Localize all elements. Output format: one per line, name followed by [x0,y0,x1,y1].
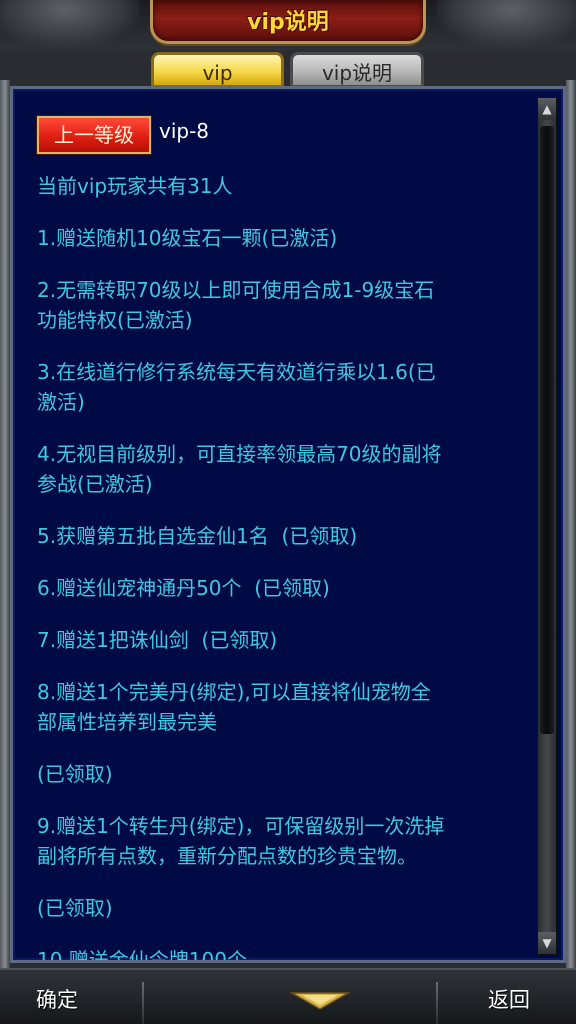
left-corner-ornament-icon [0,0,140,48]
level-row: 上一等级 vip-8 [37,113,542,155]
vip-benefit-status: (已领取) [37,896,113,920]
vertical-scrollbar[interactable]: ▲ ▼ [537,97,557,955]
confirm-button[interactable]: 确定 [36,984,78,1014]
divider [436,982,438,1024]
bottom-bar: 确定 返回 [0,968,576,1024]
vip-player-count: 当前vip玩家共有31人 [37,174,233,198]
vip-benefit-item: 3.在线道行修行系统每天有效道行乘以1.6(已 激活) [37,360,436,414]
vip-benefit-status: (已领取) [37,762,113,786]
vip-benefit-item: 1.赠送随机10级宝石一颗(已激活) [37,226,338,250]
vip-benefit-item: 8.赠送1个完美丹(绑定),可以直接将仙宠物全 部属性培养到最完美 [37,680,431,734]
right-corner-ornament-icon [436,0,576,48]
current-vip-level: vip-8 [159,119,210,143]
title-bar: vip说明 [0,0,576,50]
back-button[interactable]: 返回 [488,984,530,1014]
game-window: vip说明 vip vip说明 上一等级 vip-8 当前vip玩家共有31人 … [0,0,576,1024]
page-title: vip说明 [247,10,329,35]
vip-benefit-item: 2.无需转职70级以上即可使用合成1-9级宝石 功能特权(已激活) [37,278,435,332]
vip-benefit-item: 4.无视目前级别，可直接率领最高70级的副将 参战(已激活) [37,442,442,496]
down-arrow-ornament-icon[interactable] [290,992,350,1010]
frame-right-border [566,80,576,980]
tab-vip[interactable]: vip [151,52,284,88]
previous-level-button[interactable]: 上一等级 [37,116,151,154]
vip-benefit-item: 6.赠送仙宠神通丹50个 (已领取) [37,576,330,600]
tab-vip-description[interactable]: vip说明 [290,52,424,88]
chevron-down-icon[interactable]: ▼ [538,932,556,954]
chevron-up-icon[interactable]: ▲ [538,98,556,120]
vip-content: 上一等级 vip-8 当前vip玩家共有31人 1.赠送随机10级宝石一颗(已激… [37,113,542,963]
frame-left-border [0,80,10,980]
scroll-thumb[interactable] [540,126,554,734]
divider [142,982,144,1024]
vip-benefit-item: 5.获赠第五批自选金仙1名 (已领取) [37,524,358,548]
vip-benefit-item: 9.赠送1个转生丹(绑定)，可保留级别一次洗掉 副将所有点数，重新分配点数的珍贵… [37,814,445,868]
vip-benefit-item: 7.赠送1把诛仙剑 (已领取) [37,628,278,652]
vip-benefit-item: 10.赠送金仙令牌100个 [37,948,247,963]
vip-info-panel: 上一等级 vip-8 当前vip玩家共有31人 1.赠送随机10级宝石一颗(已激… [10,86,566,963]
